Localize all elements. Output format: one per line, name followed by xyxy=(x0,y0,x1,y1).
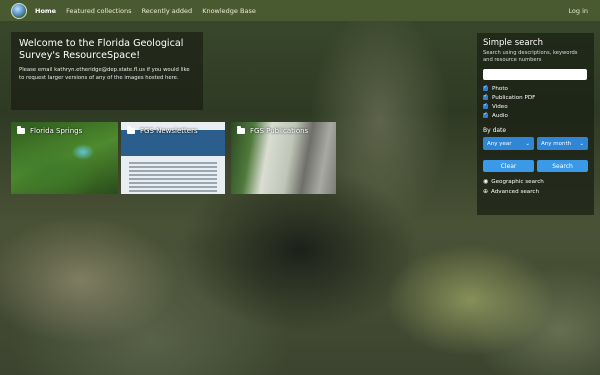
collection-title: FGS Newsletters xyxy=(140,127,198,135)
collection-label: Florida Springs xyxy=(17,126,83,135)
search-input[interactable] xyxy=(483,69,587,80)
top-navigation-bar: Home Featured collections Recently added… xyxy=(0,0,600,21)
collection-label: FGS Newsletters xyxy=(127,126,198,135)
collection-tile-florida-springs[interactable]: Florida Springs xyxy=(11,122,118,194)
globe-icon: ◉ xyxy=(483,178,489,185)
search-button[interactable]: Search xyxy=(537,160,588,172)
nav-home[interactable]: Home xyxy=(35,7,56,15)
nav-knowledge-base[interactable]: Knowledge Base xyxy=(202,7,256,15)
welcome-title: Welcome to the Florida Geological Survey… xyxy=(19,38,184,61)
collection-tile-fgs-publications[interactable]: FGS Publications xyxy=(231,122,336,194)
newsletter-thumbnail-text xyxy=(129,160,217,194)
magnifier-plus-icon: ⊕ xyxy=(483,188,489,195)
clear-button[interactable]: Clear xyxy=(483,160,534,172)
checkbox-checked-icon[interactable] xyxy=(483,93,488,100)
collection-tile-fgs-newsletters[interactable]: FGS Newsletters xyxy=(121,122,225,194)
by-date-label: By date xyxy=(483,127,507,134)
collection-label: FGS Publications xyxy=(237,126,309,135)
type-checkbox-publication-pdf[interactable]: Publication PDF xyxy=(483,93,588,102)
folder-icon xyxy=(17,126,25,134)
type-checkbox-photo[interactable]: Photo xyxy=(483,84,588,93)
advanced-search-link[interactable]: ⊕ Advanced search xyxy=(483,188,588,195)
checkbox-checked-icon[interactable] xyxy=(483,84,488,91)
simple-search-panel: Simple search Search using descriptions,… xyxy=(477,33,594,215)
search-title: Simple search xyxy=(483,38,543,48)
main-nav: Home Featured collections Recently added… xyxy=(35,7,264,15)
collection-title: Florida Springs xyxy=(30,127,83,135)
nav-featured-collections[interactable]: Featured collections xyxy=(66,7,131,15)
type-checkbox-audio[interactable]: Audio xyxy=(483,111,588,120)
login-link[interactable]: Log in xyxy=(568,7,588,15)
site-logo[interactable] xyxy=(11,2,27,19)
welcome-text: Please email kathryn.etheridge@dep.state… xyxy=(19,67,190,81)
type-checkbox-video[interactable]: Video xyxy=(483,102,588,111)
welcome-panel: Welcome to the Florida Geological Survey… xyxy=(11,32,203,110)
nav-recently-added[interactable]: Recently added xyxy=(142,7,193,15)
search-subtitle: Search using descriptions, keywords and … xyxy=(483,50,578,63)
folder-icon xyxy=(127,126,135,134)
chevron-down-icon: ⌄ xyxy=(579,140,584,147)
year-select[interactable]: Any year ⌄ xyxy=(483,137,534,150)
checkbox-checked-icon[interactable] xyxy=(483,102,488,109)
collection-title: FGS Publications xyxy=(250,127,309,135)
month-select[interactable]: Any month ⌄ xyxy=(537,137,588,150)
chevron-down-icon: ⌄ xyxy=(525,140,530,147)
folder-icon xyxy=(237,126,245,134)
geographic-search-link[interactable]: ◉ Geographic search xyxy=(483,178,588,185)
checkbox-checked-icon[interactable] xyxy=(483,111,488,118)
